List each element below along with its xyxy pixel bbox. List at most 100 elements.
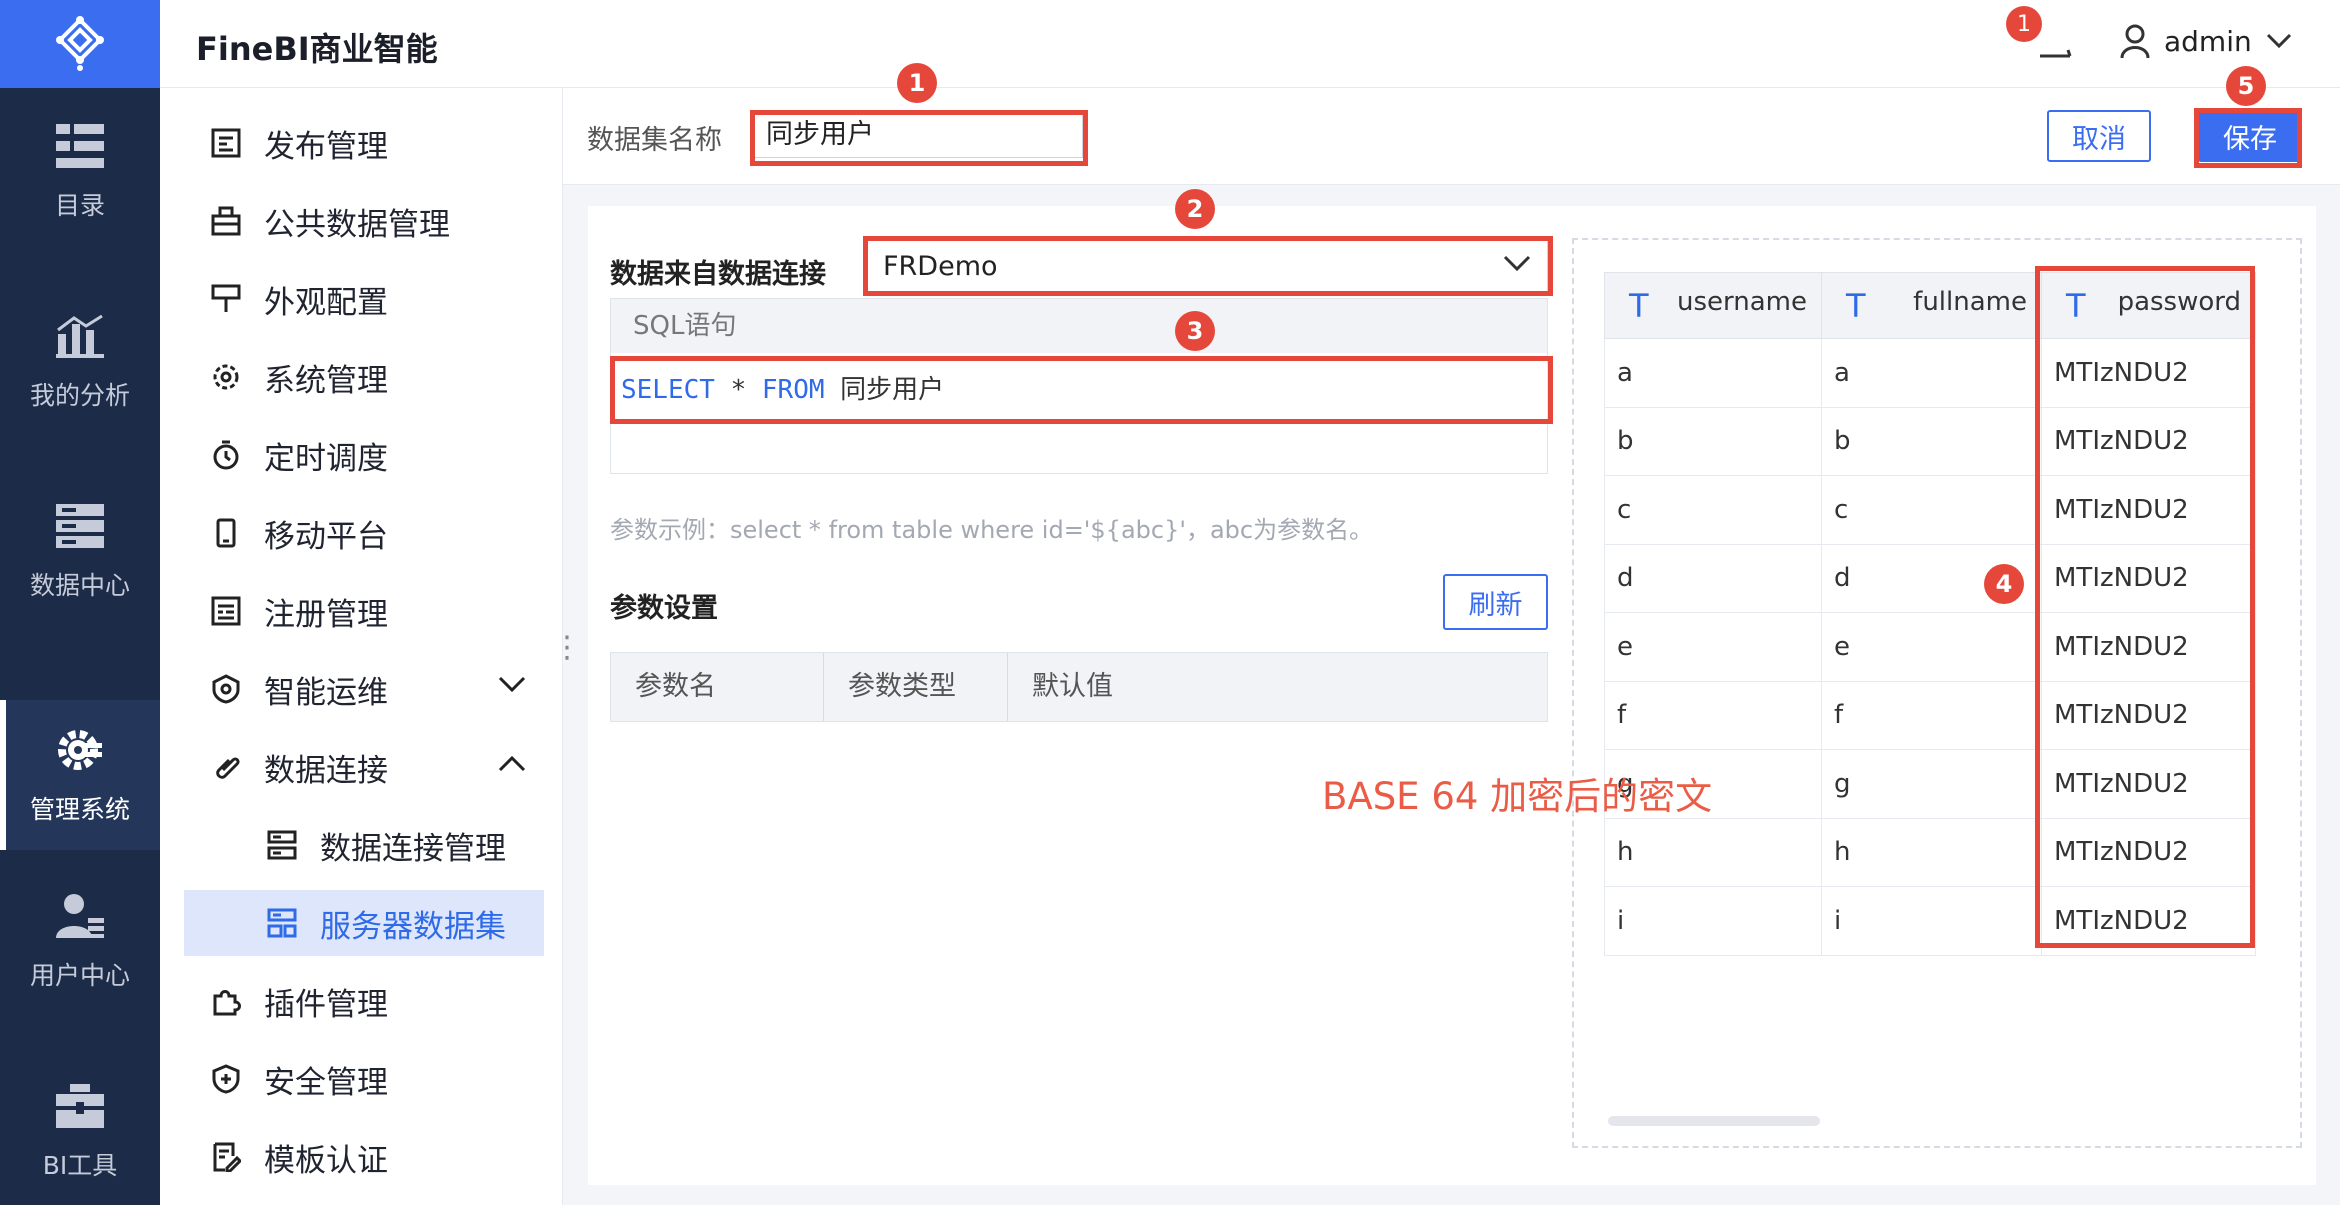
annotation-marker-1: 1 xyxy=(897,63,937,103)
annotation-caption: BASE 64 加密后的密文 xyxy=(1322,775,1713,818)
sidebar-item-server-dataset[interactable]: 服务器数据集 xyxy=(184,890,544,956)
rail-item-label: 数据中心 xyxy=(29,571,130,600)
connection-label: 数据来自数据连接 xyxy=(610,259,826,290)
sidebar-item-label: 智能运维 xyxy=(264,674,388,711)
table-row: i i MTIzNDU2 xyxy=(1604,886,2256,956)
save-button[interactable]: 保存 xyxy=(2198,110,2302,162)
preview-table: Tusername Tfullname Tpassword a a MTIzNDU2… xyxy=(1604,272,2256,956)
dataset-name-input[interactable]: 同步用户 xyxy=(753,112,1083,158)
sql-star: * xyxy=(730,375,747,405)
plugin-icon xyxy=(208,983,244,1019)
chevron-down-icon xyxy=(1503,255,1531,272)
timer-icon xyxy=(208,437,244,473)
sidebar-item-label: 数据连接 xyxy=(264,752,388,789)
notification-badge: 1 xyxy=(2006,6,2042,42)
rail-item-catalog[interactable]: 目录 xyxy=(0,96,160,246)
annotation-marker-4: 4 xyxy=(1984,564,2024,604)
rail-item-bi-tools[interactable]: BI工具 xyxy=(0,1056,160,1205)
sidebar-item-plugin[interactable]: 插件管理 xyxy=(184,968,544,1034)
sidebar-item-publish[interactable]: 发布管理 xyxy=(184,110,544,176)
sidebar-item-label: 模板认证 xyxy=(264,1142,388,1179)
sidebar-item-security[interactable]: 安全管理 xyxy=(184,1046,544,1112)
rail-item-my-analysis[interactable]: 我的分析 xyxy=(0,286,160,436)
sidebar-item-data-connection[interactable]: 数据连接 xyxy=(184,734,544,800)
rail-item-user-center[interactable]: 用户中心 xyxy=(0,866,160,1016)
text-type-icon: T xyxy=(1846,286,1866,325)
sidebar-item-mobile[interactable]: 移动平台 xyxy=(184,500,544,566)
table-row: c c MTIzNDU2 xyxy=(1604,475,2256,545)
rail-item-label: 用户中心 xyxy=(29,961,130,990)
param-example-tip: 参数示例：select * from table where id='${abc… xyxy=(610,516,1374,544)
dataset-name-label: 数据集名称 xyxy=(587,125,722,156)
shield-icon xyxy=(208,1061,244,1097)
annotation-marker-2: 2 xyxy=(1175,189,1215,229)
mobile-icon xyxy=(208,515,244,551)
logo-icon xyxy=(56,16,104,71)
sidebar-item-connection-management[interactable]: 数据连接管理 xyxy=(184,812,544,878)
sidebar-item-label: 安全管理 xyxy=(264,1064,388,1101)
preview-col-fullname[interactable]: Tfullname xyxy=(1821,272,2042,339)
sql-editor[interactable]: SQL语句 SELECT * FROM 同步用户 xyxy=(610,298,1548,474)
rail-item-label: 管理系统 xyxy=(29,795,130,824)
connection-icon xyxy=(264,827,300,863)
table-row: a a MTIzNDU2 xyxy=(1604,338,2256,408)
dataset-icon xyxy=(264,905,300,941)
rail-item-data-center[interactable]: 数据中心 xyxy=(0,476,160,626)
preview-col-username[interactable]: Tusername xyxy=(1604,272,1822,339)
param-settings-title: 参数设置 xyxy=(610,593,718,624)
sql-editor-header: SQL语句 xyxy=(611,299,1547,353)
sidebar-item-register[interactable]: 注册管理 xyxy=(184,578,544,644)
sidebar-item-label: 公共数据管理 xyxy=(264,206,450,243)
text-type-icon: T xyxy=(1629,286,1649,325)
sql-statement[interactable]: SELECT * FROM 同步用户 xyxy=(621,365,1539,415)
chevron-down-icon xyxy=(498,676,526,693)
sidebar-item-template-auth[interactable]: 模板认证 xyxy=(184,1124,544,1190)
sidebar-item-label: 发布管理 xyxy=(264,128,388,165)
user-menu[interactable]: admin xyxy=(2120,24,2292,58)
rail-item-management[interactable]: 管理系统 xyxy=(0,700,160,850)
sql-keyword-from: FROM xyxy=(761,375,825,405)
sidebar-item-label: 系统管理 xyxy=(264,362,388,399)
paint-icon xyxy=(208,281,244,317)
sidebar-item-label: 定时调度 xyxy=(264,440,388,477)
table-row: b b MTIzNDU2 xyxy=(1604,406,2256,476)
dataset-toolbar: 数据集名称 同步用户 取消 保存 xyxy=(563,88,2340,185)
table-row: f f MTIzNDU2 xyxy=(1604,680,2256,750)
param-col-name: 参数名 xyxy=(611,653,824,721)
cancel-button[interactable]: 取消 xyxy=(2047,110,2151,162)
param-col-type: 参数类型 xyxy=(824,653,1008,721)
rail-item-label: 目录 xyxy=(54,191,105,220)
param-table-header: 参数名 参数类型 默认值 xyxy=(610,652,1548,722)
sidebar-item-label: 数据连接管理 xyxy=(320,830,506,867)
connection-select[interactable]: FRDemo xyxy=(866,240,1548,294)
chevron-down-icon xyxy=(2266,33,2291,49)
sidebar-collapse-handle[interactable]: ⋮ xyxy=(552,630,582,665)
sidebar-item-label: 外观配置 xyxy=(264,284,388,321)
refresh-button[interactable]: 刷新 xyxy=(1443,574,1548,630)
sidebar-item-smart-ops[interactable]: 智能运维 xyxy=(184,656,544,722)
app-brand: FineBI商业智能 xyxy=(196,30,438,68)
icon-rail: 目录 我的分析 数据中心 管理系统 用户中心 BI工具 xyxy=(0,0,160,1205)
app-logo[interactable] xyxy=(0,0,160,88)
sidebar-item-schedule[interactable]: 定时调度 xyxy=(184,422,544,488)
user-icon xyxy=(2120,24,2150,58)
settings-icon xyxy=(208,359,244,395)
database-icon xyxy=(54,500,106,552)
management-sidebar: 发布管理 公共数据管理 外观配置 系统管理 定时调度 移动平台 注册管理 智能运… xyxy=(160,88,563,1205)
sql-table-name: 同步用户 xyxy=(840,375,945,405)
param-col-default: 默认值 xyxy=(1032,671,1113,702)
horizontal-scrollbar[interactable] xyxy=(1608,1116,1820,1126)
chart-icon xyxy=(54,310,106,362)
sidebar-item-public-data[interactable]: 公共数据管理 xyxy=(184,188,544,254)
sidebar-item-label: 插件管理 xyxy=(264,986,388,1023)
preview-col-password[interactable]: Tpassword xyxy=(2041,272,2256,339)
certificate-icon xyxy=(208,1139,244,1175)
connection-value: FRDemo xyxy=(883,251,998,282)
sidebar-item-appearance[interactable]: 外观配置 xyxy=(184,266,544,332)
gear-icon xyxy=(54,724,106,776)
table-row: d d MTIzNDU2 xyxy=(1604,543,2256,613)
sidebar-item-system[interactable]: 系统管理 xyxy=(184,344,544,410)
chevron-up-icon xyxy=(498,755,526,772)
username: admin xyxy=(2164,24,2252,58)
user-icon xyxy=(54,890,106,942)
